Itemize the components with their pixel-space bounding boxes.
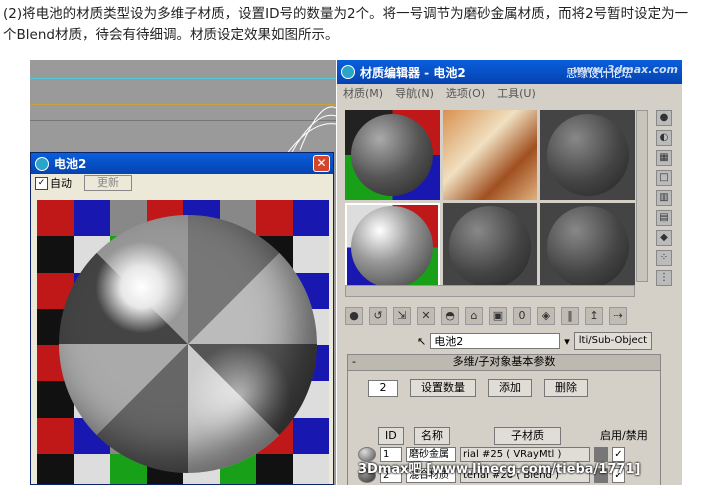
material-count-field[interactable]: 2 xyxy=(368,379,398,397)
material-slot-5[interactable] xyxy=(442,202,538,292)
update-button[interactable]: 更新 xyxy=(84,175,132,191)
slots-horizontal-scrollbar[interactable] xyxy=(345,285,635,297)
render-window-titlebar[interactable]: 电池2 ✕ xyxy=(31,153,333,174)
sort-by-id-button[interactable]: ID xyxy=(378,427,404,445)
material-slot-6[interactable] xyxy=(540,202,635,292)
checker-cell xyxy=(292,417,329,454)
go-to-parent-icon[interactable]: ↥ xyxy=(585,307,603,325)
put-to-scene-icon[interactable]: ↺ xyxy=(369,307,387,325)
render-toolbar: ✓ 自动 更新 xyxy=(31,174,333,192)
auto-label: 自动 xyxy=(50,177,72,190)
make-unique-icon[interactable]: ⌂ xyxy=(465,307,483,325)
material-sphere xyxy=(546,113,629,196)
count-row: 2 设置数量 添加 删除 xyxy=(368,379,588,397)
render-sphere xyxy=(59,215,317,473)
checker-cell xyxy=(37,200,74,237)
material-sphere xyxy=(546,206,629,289)
side-toolbar: ● ◐ ▦ □ ▥ ▤ ◆ ⁘ ⋮ xyxy=(656,110,674,286)
sort-by-name-button[interactable]: 名称 xyxy=(414,427,450,445)
checker-cell xyxy=(37,236,74,273)
rollout-header[interactable]: - 多维/子对象基本参数 xyxy=(348,355,660,371)
name-dropdown-icon[interactable]: ▾ xyxy=(564,335,570,348)
enable-column-header: 启用/禁用 xyxy=(600,429,648,442)
sort-by-submaterial-button[interactable]: 子材质 xyxy=(494,427,561,445)
max-app-icon xyxy=(341,65,355,79)
select-by-material-icon[interactable]: ⁘ xyxy=(656,250,672,266)
material-sphere xyxy=(351,206,434,289)
material-sphere xyxy=(351,113,434,196)
menu-material[interactable]: 材质(M) xyxy=(343,85,383,101)
rollout-collapse-icon[interactable]: - xyxy=(352,355,356,369)
checker-cell xyxy=(292,200,329,237)
set-count-button[interactable]: 设置数量 xyxy=(410,379,476,397)
backlight-icon[interactable]: ◐ xyxy=(656,130,672,146)
checker-cell xyxy=(292,453,329,484)
menu-options[interactable]: 选项(O) xyxy=(446,85,485,101)
material-type-button[interactable]: lti/Sub-Object xyxy=(573,332,653,350)
make-preview-icon[interactable]: ▤ xyxy=(656,210,672,226)
checker-cell xyxy=(37,417,74,454)
add-button[interactable]: 添加 xyxy=(488,379,532,397)
material-slots xyxy=(345,110,635,292)
menu-navigation[interactable]: 导航(N) xyxy=(395,85,434,101)
close-button[interactable]: ✕ xyxy=(313,155,330,172)
render-window-title: 电池2 xyxy=(54,157,87,171)
copy-material-icon[interactable]: ◓ xyxy=(441,307,459,325)
material-slot-2[interactable] xyxy=(442,110,538,200)
submaterial-table-header: ID 名称 子材质 启用/禁用 xyxy=(378,425,658,445)
delete-button[interactable]: 删除 xyxy=(544,379,588,397)
material-toolbar: ● ↺ ⇲ ✕ ◓ ⌂ ▣ 0 ◈ ‖ ↥ ⇢ xyxy=(345,305,675,327)
background-checker-icon[interactable]: ▦ xyxy=(656,150,672,166)
site-logo: www.3dmax.com xyxy=(572,63,678,76)
checker-cell xyxy=(292,236,329,273)
material-editor-title: 材质编辑器 - 电池2 xyxy=(360,65,466,80)
menu-bar: 材质(M) 导航(N) 选项(O) 工具(U) xyxy=(337,84,682,102)
options-icon[interactable]: ◆ xyxy=(656,230,672,246)
material-slot-3[interactable] xyxy=(540,110,635,200)
video-color-check-icon[interactable]: ▥ xyxy=(656,190,672,206)
material-editor: 材质编辑器 - 电池2 思缘设计论坛 www.3dmax.com 材质(M) 导… xyxy=(337,60,682,485)
rollout-title: 多维/子对象基本参数 xyxy=(452,355,556,368)
material-name-input[interactable]: 电池2 xyxy=(430,333,561,349)
material-sphere xyxy=(448,206,531,289)
site-watermark: 3Dmax吧 [www.linecg.com/tieba/1771] xyxy=(358,462,641,477)
tutorial-caption: (2)将电池的材质类型设为多维子材质，设置ID号的数量为2个。将一号调节为磨砂金… xyxy=(3,6,689,43)
reset-material-icon[interactable]: ✕ xyxy=(417,307,435,325)
auto-checkbox[interactable]: ✓ xyxy=(35,176,48,190)
show-map-icon[interactable]: ◈ xyxy=(537,307,555,325)
get-material-icon[interactable]: ● xyxy=(345,307,363,325)
max-app-icon xyxy=(35,156,49,171)
assign-material-icon[interactable]: ⇲ xyxy=(393,307,411,325)
checker-cell xyxy=(73,453,110,484)
slots-vertical-scrollbar[interactable] xyxy=(636,110,648,282)
checker-cell xyxy=(256,453,293,484)
go-forward-sibling-icon[interactable]: ⇢ xyxy=(609,307,627,325)
checker-cell xyxy=(73,200,110,237)
render-window: 电池2 ✕ ✓ 自动 更新 xyxy=(30,152,334,485)
checker-cell xyxy=(37,453,74,484)
put-to-library-icon[interactable]: ▣ xyxy=(489,307,507,325)
material-navigator-icon[interactable]: ⋮ xyxy=(656,270,672,286)
material-slot-1[interactable] xyxy=(345,110,440,200)
menu-tools[interactable]: 工具(U) xyxy=(497,85,536,101)
material-editor-titlebar[interactable]: 材质编辑器 - 电池2 思缘设计论坛 www.3dmax.com xyxy=(337,60,682,84)
show-end-result-icon[interactable]: ‖ xyxy=(561,307,579,325)
material-name-row: ↖ 电池2 ▾ lti/Sub-Object xyxy=(417,332,653,350)
checker-cell xyxy=(256,200,293,237)
material-id-icon[interactable]: 0 xyxy=(513,307,531,325)
sample-uv-icon[interactable]: □ xyxy=(656,170,672,186)
pick-material-icon[interactable]: ↖ xyxy=(417,335,426,348)
material-slot-4-selected[interactable] xyxy=(345,202,440,292)
sample-type-icon[interactable]: ● xyxy=(656,110,672,126)
